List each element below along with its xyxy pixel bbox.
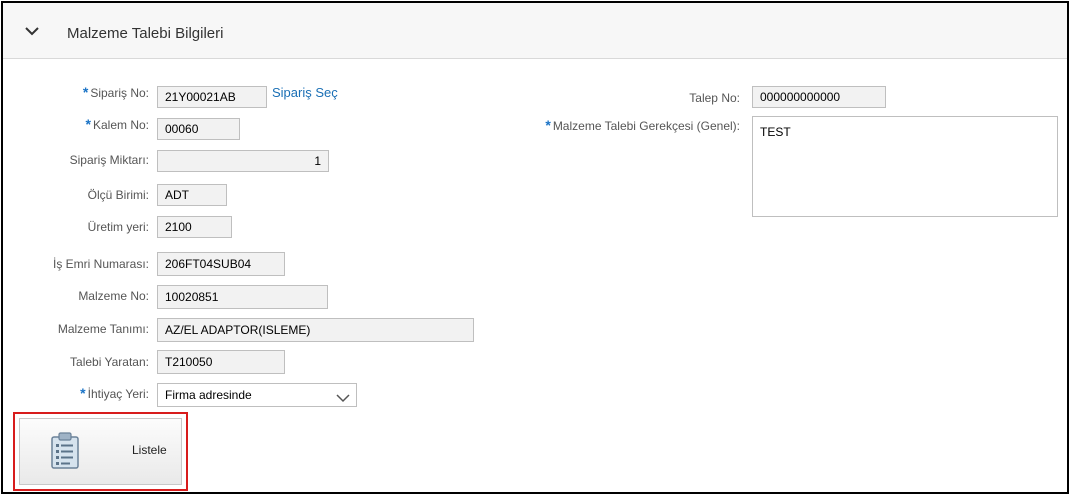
malzeme-no-label: Malzeme No: xyxy=(78,289,149,303)
panel-title: Malzeme Talebi Bilgileri xyxy=(67,25,224,42)
olcu-birimi-label: Ölçü Birimi: xyxy=(87,188,149,202)
talebi-yaratan-field[interactable]: T210050 xyxy=(157,350,285,374)
gerekce-label: * Malzeme Talebi Gerekçesi (Genel): xyxy=(545,117,740,133)
talep-no-label: Talep No: xyxy=(689,91,740,105)
olcu-birimi-field[interactable]: ADT xyxy=(157,184,227,206)
listele-label: Listele xyxy=(132,443,167,457)
talep-no-field[interactable]: 000000000000 xyxy=(752,86,886,108)
listele-button[interactable]: Listele xyxy=(19,418,182,485)
siparis-miktari-label: Sipariş Miktarı: xyxy=(69,153,149,167)
siparis-no-label: * Sipariş No: xyxy=(82,84,149,100)
clipboard-list-icon xyxy=(50,432,80,473)
kalem-no-label: * Kalem No: xyxy=(85,116,149,132)
malzeme-no-field[interactable]: 10020851 xyxy=(157,285,328,309)
chevron-down-icon[interactable] xyxy=(25,25,39,39)
siparis-miktari-field[interactable]: 1 xyxy=(157,150,329,172)
siparis-no-field[interactable]: 21Y00021AB xyxy=(157,86,267,108)
kalem-no-field[interactable]: 00060 xyxy=(157,118,240,140)
ihtiyac-yeri-select[interactable]: Firma adresinde xyxy=(157,383,357,407)
chevron-down-icon[interactable] xyxy=(336,388,350,410)
uretim-yeri-label: Üretim yeri: xyxy=(87,220,149,234)
malzeme-tanimi-field[interactable]: AZ/EL ADAPTOR(ISLEME) xyxy=(157,318,474,342)
is-emri-field[interactable]: 206FT04SUB04 xyxy=(157,252,285,276)
ihtiyac-yeri-label: * İhtiyaç Yeri: xyxy=(80,385,149,401)
siparis-sec-link[interactable]: Sipariş Seç xyxy=(272,85,338,100)
talebi-yaratan-label: Talebi Yaratan: xyxy=(70,355,149,369)
uretim-yeri-field[interactable]: 2100 xyxy=(157,216,232,238)
panel-header[interactable]: Malzeme Talebi Bilgileri xyxy=(3,3,1067,59)
malzeme-tanimi-label: Malzeme Tanımı: xyxy=(57,322,149,336)
is-emri-label: İş Emri Numarası: xyxy=(52,257,149,271)
gerekce-textarea[interactable]: TEST xyxy=(752,116,1058,217)
ihtiyac-yeri-value: Firma adresinde xyxy=(165,388,252,402)
